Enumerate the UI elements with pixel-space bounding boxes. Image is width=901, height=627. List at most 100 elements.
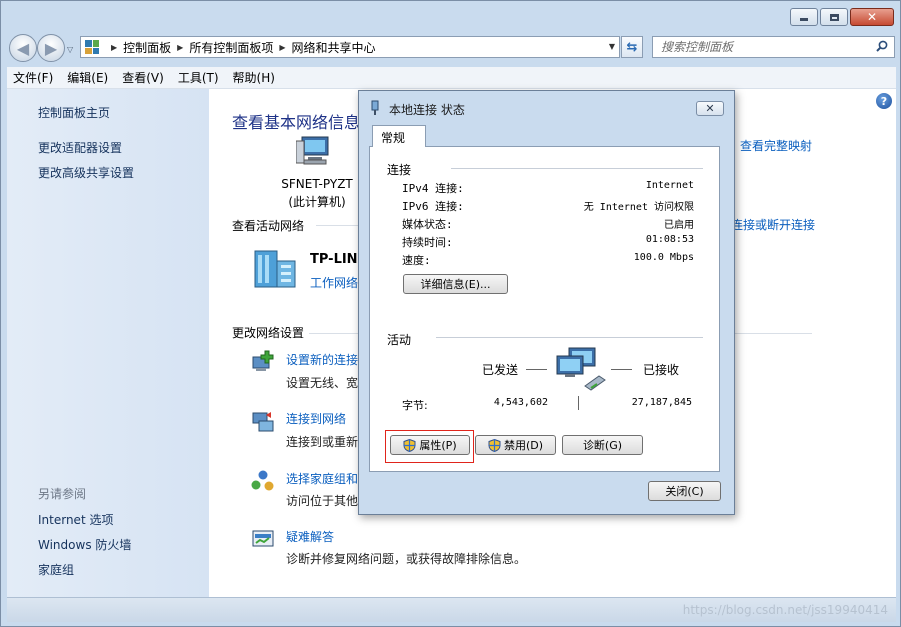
properties-button[interactable]: 属性(P) bbox=[390, 435, 470, 455]
uac-shield-icon bbox=[403, 438, 416, 452]
link-windows-firewall[interactable]: Windows 防火墙 bbox=[38, 536, 131, 553]
control-panel-icon bbox=[85, 40, 99, 54]
task-desc-troubleshoot: 诊断并修复网络问题，或获得故障排除信息。 bbox=[286, 552, 527, 566]
search-input[interactable] bbox=[661, 40, 861, 54]
ipv4-label: IPv4 连接: bbox=[402, 182, 464, 195]
menu-file[interactable]: 文件(F) bbox=[13, 69, 53, 86]
maximize-button[interactable] bbox=[820, 8, 848, 26]
connection-status-dialog: 本地连接 状态 ✕ 常规 连接 IPv4 连接: Internet IPv6 连… bbox=[358, 90, 735, 515]
link-full-map[interactable]: 查看完整映射 bbox=[740, 137, 812, 154]
status-bar: https://blog.csdn.net/jss19940414 bbox=[7, 597, 896, 622]
link-homegroup[interactable]: 家庭组 bbox=[38, 561, 74, 578]
sent-line bbox=[526, 369, 547, 370]
activity-heading: 活动 bbox=[387, 333, 412, 347]
disable-button-label: 禁用(D) bbox=[503, 439, 544, 452]
link-advanced-sharing-settings[interactable]: 更改高级共享设置 bbox=[38, 164, 134, 181]
computer-subtitle: (此计算机) bbox=[288, 195, 346, 209]
forward-button[interactable]: ▶ bbox=[37, 34, 65, 62]
caption-buttons: ✕ bbox=[790, 8, 894, 26]
link-connect-disconnect[interactable]: 连接或断开连接 bbox=[731, 216, 815, 233]
new-connection-icon bbox=[252, 350, 274, 371]
search-box bbox=[652, 36, 895, 58]
see-also-heading: 另请参阅 bbox=[38, 487, 87, 501]
duration-label: 持续时间: bbox=[402, 236, 453, 249]
network-adapter-icon bbox=[371, 100, 379, 115]
forward-arrow-icon: ▶ bbox=[44, 38, 58, 58]
computer-icon bbox=[296, 136, 329, 165]
received-line bbox=[611, 369, 632, 370]
details-button[interactable]: 详细信息(E)... bbox=[403, 274, 508, 294]
task-pane: 控制面板主页 更改适配器设置 更改高级共享设置 另请参阅 Internet 选项… bbox=[7, 89, 209, 597]
breadcrumb-network-center[interactable]: 网络和共享中心 bbox=[292, 39, 376, 56]
dialog-close-button[interactable]: ✕ bbox=[696, 101, 724, 116]
navigation-bar: ◀ ▶ ▽ ▶ 控制面板 ▶ 所有控制面板项 ▶ 网络和共享中心 ▼ ⇆ bbox=[1, 31, 900, 65]
dialog-title: 本地连接 状态 bbox=[389, 103, 465, 117]
task-desc-connect: 连接到或重新 bbox=[286, 435, 359, 449]
link-internet-options[interactable]: Internet 选项 bbox=[38, 511, 113, 528]
link-control-panel-home[interactable]: 控制面板主页 bbox=[38, 104, 110, 121]
connection-heading: 连接 bbox=[387, 163, 412, 177]
speed-value: 100.0 Mbps bbox=[633, 252, 694, 263]
network-building-icon bbox=[254, 250, 296, 288]
activity-divider bbox=[578, 396, 579, 410]
address-bar[interactable]: ▶ 控制面板 ▶ 所有控制面板项 ▶ 网络和共享中心 ▼ bbox=[80, 36, 620, 58]
link-troubleshoot[interactable]: 疑难解答 bbox=[286, 528, 334, 545]
minimize-icon bbox=[800, 18, 808, 21]
menu-view[interactable]: 查看(V) bbox=[122, 69, 164, 86]
network-activity-icon bbox=[556, 347, 606, 391]
homegroup-icon bbox=[251, 470, 274, 491]
disable-button[interactable]: 禁用(D) bbox=[475, 435, 556, 455]
media-state-value: 已启用 bbox=[664, 220, 694, 231]
link-network-type[interactable]: 工作网络 bbox=[310, 274, 358, 291]
menu-tools[interactable]: 工具(T) bbox=[178, 69, 219, 86]
received-label: 已接收 bbox=[643, 363, 680, 377]
menu-bar: 文件(F) 编辑(E) 查看(V) 工具(T) 帮助(H) bbox=[7, 67, 896, 89]
close-window-button[interactable]: ✕ bbox=[850, 8, 894, 26]
change-settings-heading: 更改网络设置 bbox=[232, 326, 305, 340]
watermark: https://blog.csdn.net/jss19940414 bbox=[682, 603, 888, 617]
task-desc-new-connection: 设置无线、宽 bbox=[286, 376, 359, 390]
task-desc-homegroup: 访问位于其他 bbox=[286, 494, 359, 508]
tab-general[interactable]: 常规 bbox=[372, 125, 426, 147]
link-setup-new-connection[interactable]: 设置新的连接 bbox=[286, 351, 358, 368]
address-dropdown-icon[interactable]: ▼ bbox=[609, 42, 615, 51]
link-connect-to-network[interactable]: 连接到网络 bbox=[286, 410, 346, 427]
search-icon[interactable] bbox=[876, 40, 888, 52]
ipv4-value: Internet bbox=[645, 180, 694, 191]
active-networks-heading: 查看活动网络 bbox=[232, 219, 305, 233]
divider bbox=[451, 168, 703, 169]
help-icon[interactable]: ? bbox=[876, 93, 892, 109]
link-homegroup-sharing[interactable]: 选择家庭组和 bbox=[286, 470, 358, 487]
bytes-label: 字节: bbox=[402, 399, 428, 412]
link-change-adapter-settings[interactable]: 更改适配器设置 bbox=[38, 139, 122, 156]
maximize-icon bbox=[829, 13, 839, 21]
breadcrumb-control-panel[interactable]: 控制面板 bbox=[123, 39, 171, 56]
sent-label: 已发送 bbox=[482, 363, 519, 377]
connect-network-icon bbox=[252, 412, 274, 432]
chevron-right-icon[interactable]: ▶ bbox=[111, 43, 117, 52]
dialog-close-action-button[interactable]: 关闭(C) bbox=[648, 481, 721, 501]
minimize-button[interactable] bbox=[790, 8, 818, 26]
refresh-icon: ⇆ bbox=[626, 39, 638, 55]
refresh-button[interactable]: ⇆ bbox=[621, 36, 643, 58]
diagnose-button[interactable]: 诊断(G) bbox=[562, 435, 643, 455]
computer-name: SFNET-PYZT bbox=[281, 177, 353, 191]
bytes-received-value: 27,187,845 bbox=[631, 397, 692, 408]
speed-label: 速度: bbox=[402, 254, 431, 267]
uac-shield-icon bbox=[488, 438, 501, 452]
chevron-right-icon[interactable]: ▶ bbox=[279, 43, 285, 52]
recent-pages-dropdown[interactable]: ▽ bbox=[67, 45, 73, 54]
troubleshoot-icon bbox=[252, 530, 274, 547]
breadcrumb-all-items[interactable]: 所有控制面板项 bbox=[189, 39, 273, 56]
chevron-right-icon[interactable]: ▶ bbox=[177, 43, 183, 52]
general-tab-panel: 连接 IPv4 连接: Internet IPv6 连接: 无 Internet… bbox=[369, 146, 720, 472]
menu-edit[interactable]: 编辑(E) bbox=[67, 69, 108, 86]
bytes-sent-value: 4,543,602 bbox=[493, 397, 548, 408]
back-button[interactable]: ◀ bbox=[9, 34, 37, 62]
ipv6-label: IPv6 连接: bbox=[402, 200, 464, 213]
duration-value: 01:08:53 bbox=[645, 234, 694, 245]
properties-button-label: 属性(P) bbox=[419, 439, 457, 452]
menu-help[interactable]: 帮助(H) bbox=[233, 69, 275, 86]
media-state-label: 媒体状态: bbox=[402, 218, 453, 231]
close-icon: ✕ bbox=[866, 10, 878, 24]
